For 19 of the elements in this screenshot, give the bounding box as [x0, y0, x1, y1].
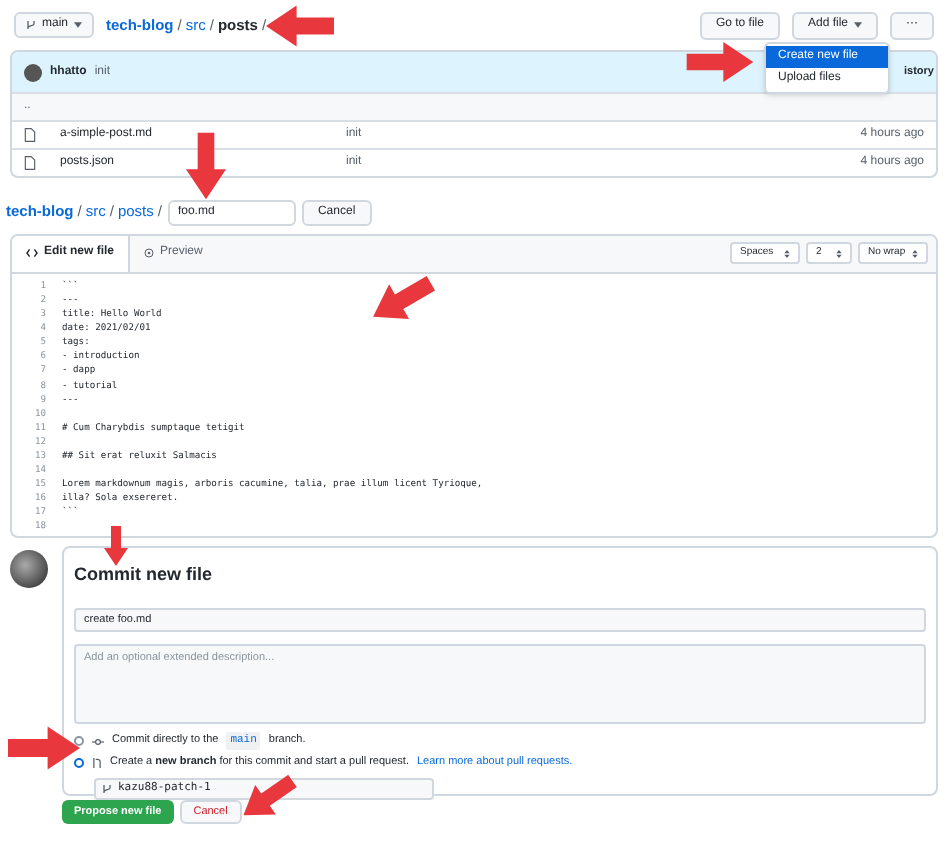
pointer-arrow	[266, 4, 334, 48]
caret-icon	[854, 22, 862, 28]
updown-icon	[836, 249, 842, 257]
branch-icon	[26, 20, 36, 30]
avatar	[24, 63, 42, 81]
pull-request-icon	[92, 758, 102, 768]
eye-icon	[144, 248, 155, 258]
updown-icon	[912, 249, 918, 257]
code-icon	[26, 248, 38, 258]
updown-icon	[784, 249, 790, 257]
commit-icon	[92, 737, 104, 745]
caret-icon	[74, 22, 83, 28]
pointer-arrow	[186, 132, 226, 200]
pointer-arrow	[102, 526, 130, 566]
radio-button[interactable]	[74, 758, 84, 768]
commit-title: Commit new file	[74, 562, 215, 588]
pointer-arrow	[8, 726, 80, 770]
branch-icon	[102, 783, 112, 793]
avatar	[10, 550, 48, 588]
